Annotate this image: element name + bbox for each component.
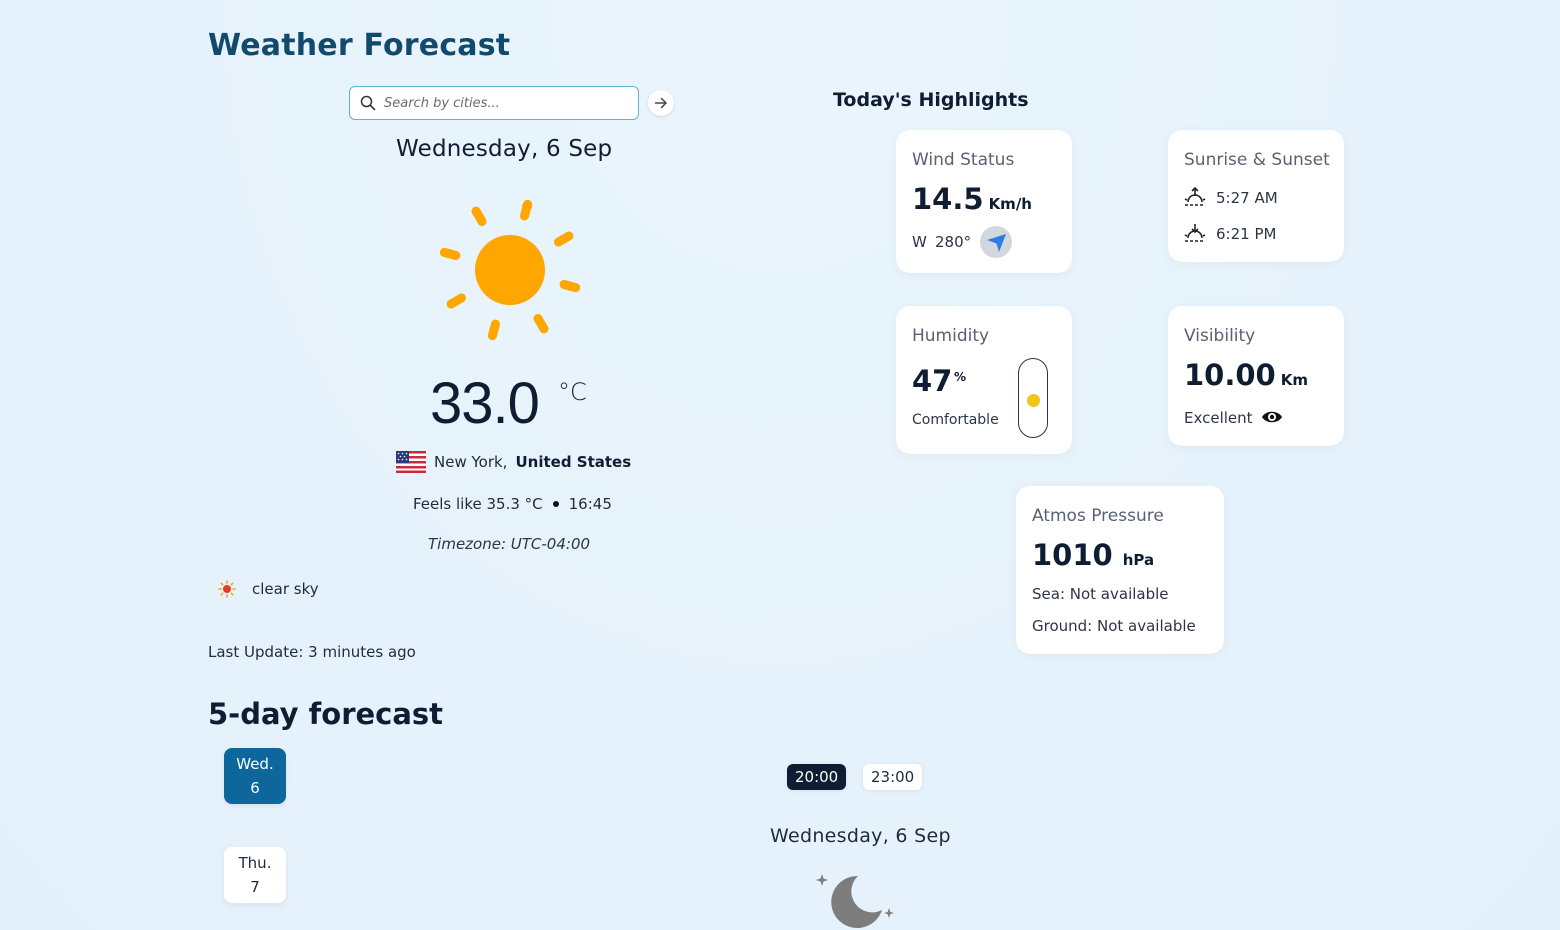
moon-stars-icon xyxy=(816,874,894,928)
humidity-value: 47 xyxy=(912,364,953,398)
pressure-value-row: 1010 hPa xyxy=(1032,538,1154,572)
visibility-desc: Excellent xyxy=(1184,409,1253,427)
humidity-level-dot xyxy=(1027,393,1040,407)
feels-like-text: Feels like 35.3 °C xyxy=(413,495,543,513)
sun-small-icon xyxy=(218,580,236,598)
wind-title: Wind Status xyxy=(912,150,1015,170)
pressure-title: Atmos Pressure xyxy=(1032,506,1164,526)
highlights-title: Today's Highlights xyxy=(833,89,1029,111)
sunset-time: 6:21 PM xyxy=(1216,225,1277,243)
wind-card: Wind Status 14.5 Km/h W 280° xyxy=(896,130,1072,273)
last-update-text: Last Update: 3 minutes ago xyxy=(208,643,416,661)
day-name: Thu. xyxy=(238,854,272,872)
sun-icon xyxy=(439,199,581,341)
search-icon xyxy=(360,95,376,111)
local-time: 16:45 xyxy=(568,495,612,513)
forecast-title: 5-day forecast xyxy=(208,697,444,731)
sunset-icon xyxy=(1184,224,1206,242)
visibility-value: 10.00 xyxy=(1184,358,1276,392)
app-title: Weather Forecast xyxy=(208,28,511,63)
search-input[interactable] xyxy=(384,95,624,111)
visibility-title: Visibility xyxy=(1184,326,1256,346)
arrow-right-icon xyxy=(654,97,667,109)
day-number: 7 xyxy=(250,878,260,896)
search-submit-button[interactable] xyxy=(648,90,674,116)
timezone-text: Timezone: UTC-04:00 xyxy=(428,535,591,553)
wind-value: 14.5 xyxy=(912,182,984,216)
pressure-ground: Ground: Not available xyxy=(1032,617,1196,635)
eye-icon xyxy=(1262,411,1282,423)
day-chip-wed[interactable]: Wed. 6 xyxy=(224,748,286,804)
day-chip-thu[interactable]: Thu. 7 xyxy=(224,847,286,903)
pressure-unit: hPa xyxy=(1122,551,1155,569)
visibility-card: Visibility 10.00 Km Excellent xyxy=(1168,306,1344,446)
feels-like-row: Feels like 35.3 °C 16:45 xyxy=(413,495,612,513)
forecast-date: Wednesday, 6 Sep xyxy=(770,825,951,847)
temperature-value: 33.0 xyxy=(430,371,540,436)
wind-value-row: 14.5 Km/h xyxy=(912,182,1032,216)
sunrise-icon xyxy=(1184,187,1206,206)
sunrise-time: 5:27 AM xyxy=(1216,189,1278,207)
wind-degree: 280° xyxy=(935,233,972,251)
pressure-sea: Sea: Not available xyxy=(1032,585,1169,603)
wind-unit: Km/h xyxy=(988,195,1032,213)
current-date: Wednesday, 6 Sep xyxy=(396,136,613,162)
location: New York, United States xyxy=(396,451,631,473)
country-name: United States xyxy=(515,453,632,471)
sun-title: Sunrise & Sunset xyxy=(1184,150,1330,170)
pressure-card: Atmos Pressure 1010 hPa Sea: Not availab… xyxy=(1016,486,1224,654)
sun-card: Sunrise & Sunset 5:27 AM 6:21 PM xyxy=(1168,130,1344,262)
visibility-unit: Km xyxy=(1280,371,1308,389)
wind-direction: W xyxy=(912,233,927,251)
wind-direction-icon xyxy=(980,226,1012,258)
humidity-title: Humidity xyxy=(912,326,990,346)
condition-row: clear sky xyxy=(218,580,319,598)
time-chip-2300[interactable]: 23:00 xyxy=(863,764,923,790)
day-name: Wed. xyxy=(236,755,274,773)
visibility-value-row: 10.00 Km xyxy=(1184,358,1308,392)
humidity-desc: Comfortable xyxy=(912,412,999,428)
separator-dot xyxy=(552,501,559,507)
pressure-value: 1010 xyxy=(1032,538,1113,572)
humidity-unit: % xyxy=(954,370,967,384)
temperature-unit: °C xyxy=(558,378,587,406)
humidity-card: Humidity 47 % Comfortable xyxy=(896,306,1072,454)
time-chip-2000[interactable]: 20:00 xyxy=(787,764,847,790)
city-name: New York, xyxy=(434,453,508,471)
humidity-gauge xyxy=(1018,358,1048,438)
condition-text: clear sky xyxy=(252,580,319,598)
us-flag-icon xyxy=(396,451,426,473)
day-number: 6 xyxy=(250,779,260,797)
search-box[interactable] xyxy=(349,86,639,120)
